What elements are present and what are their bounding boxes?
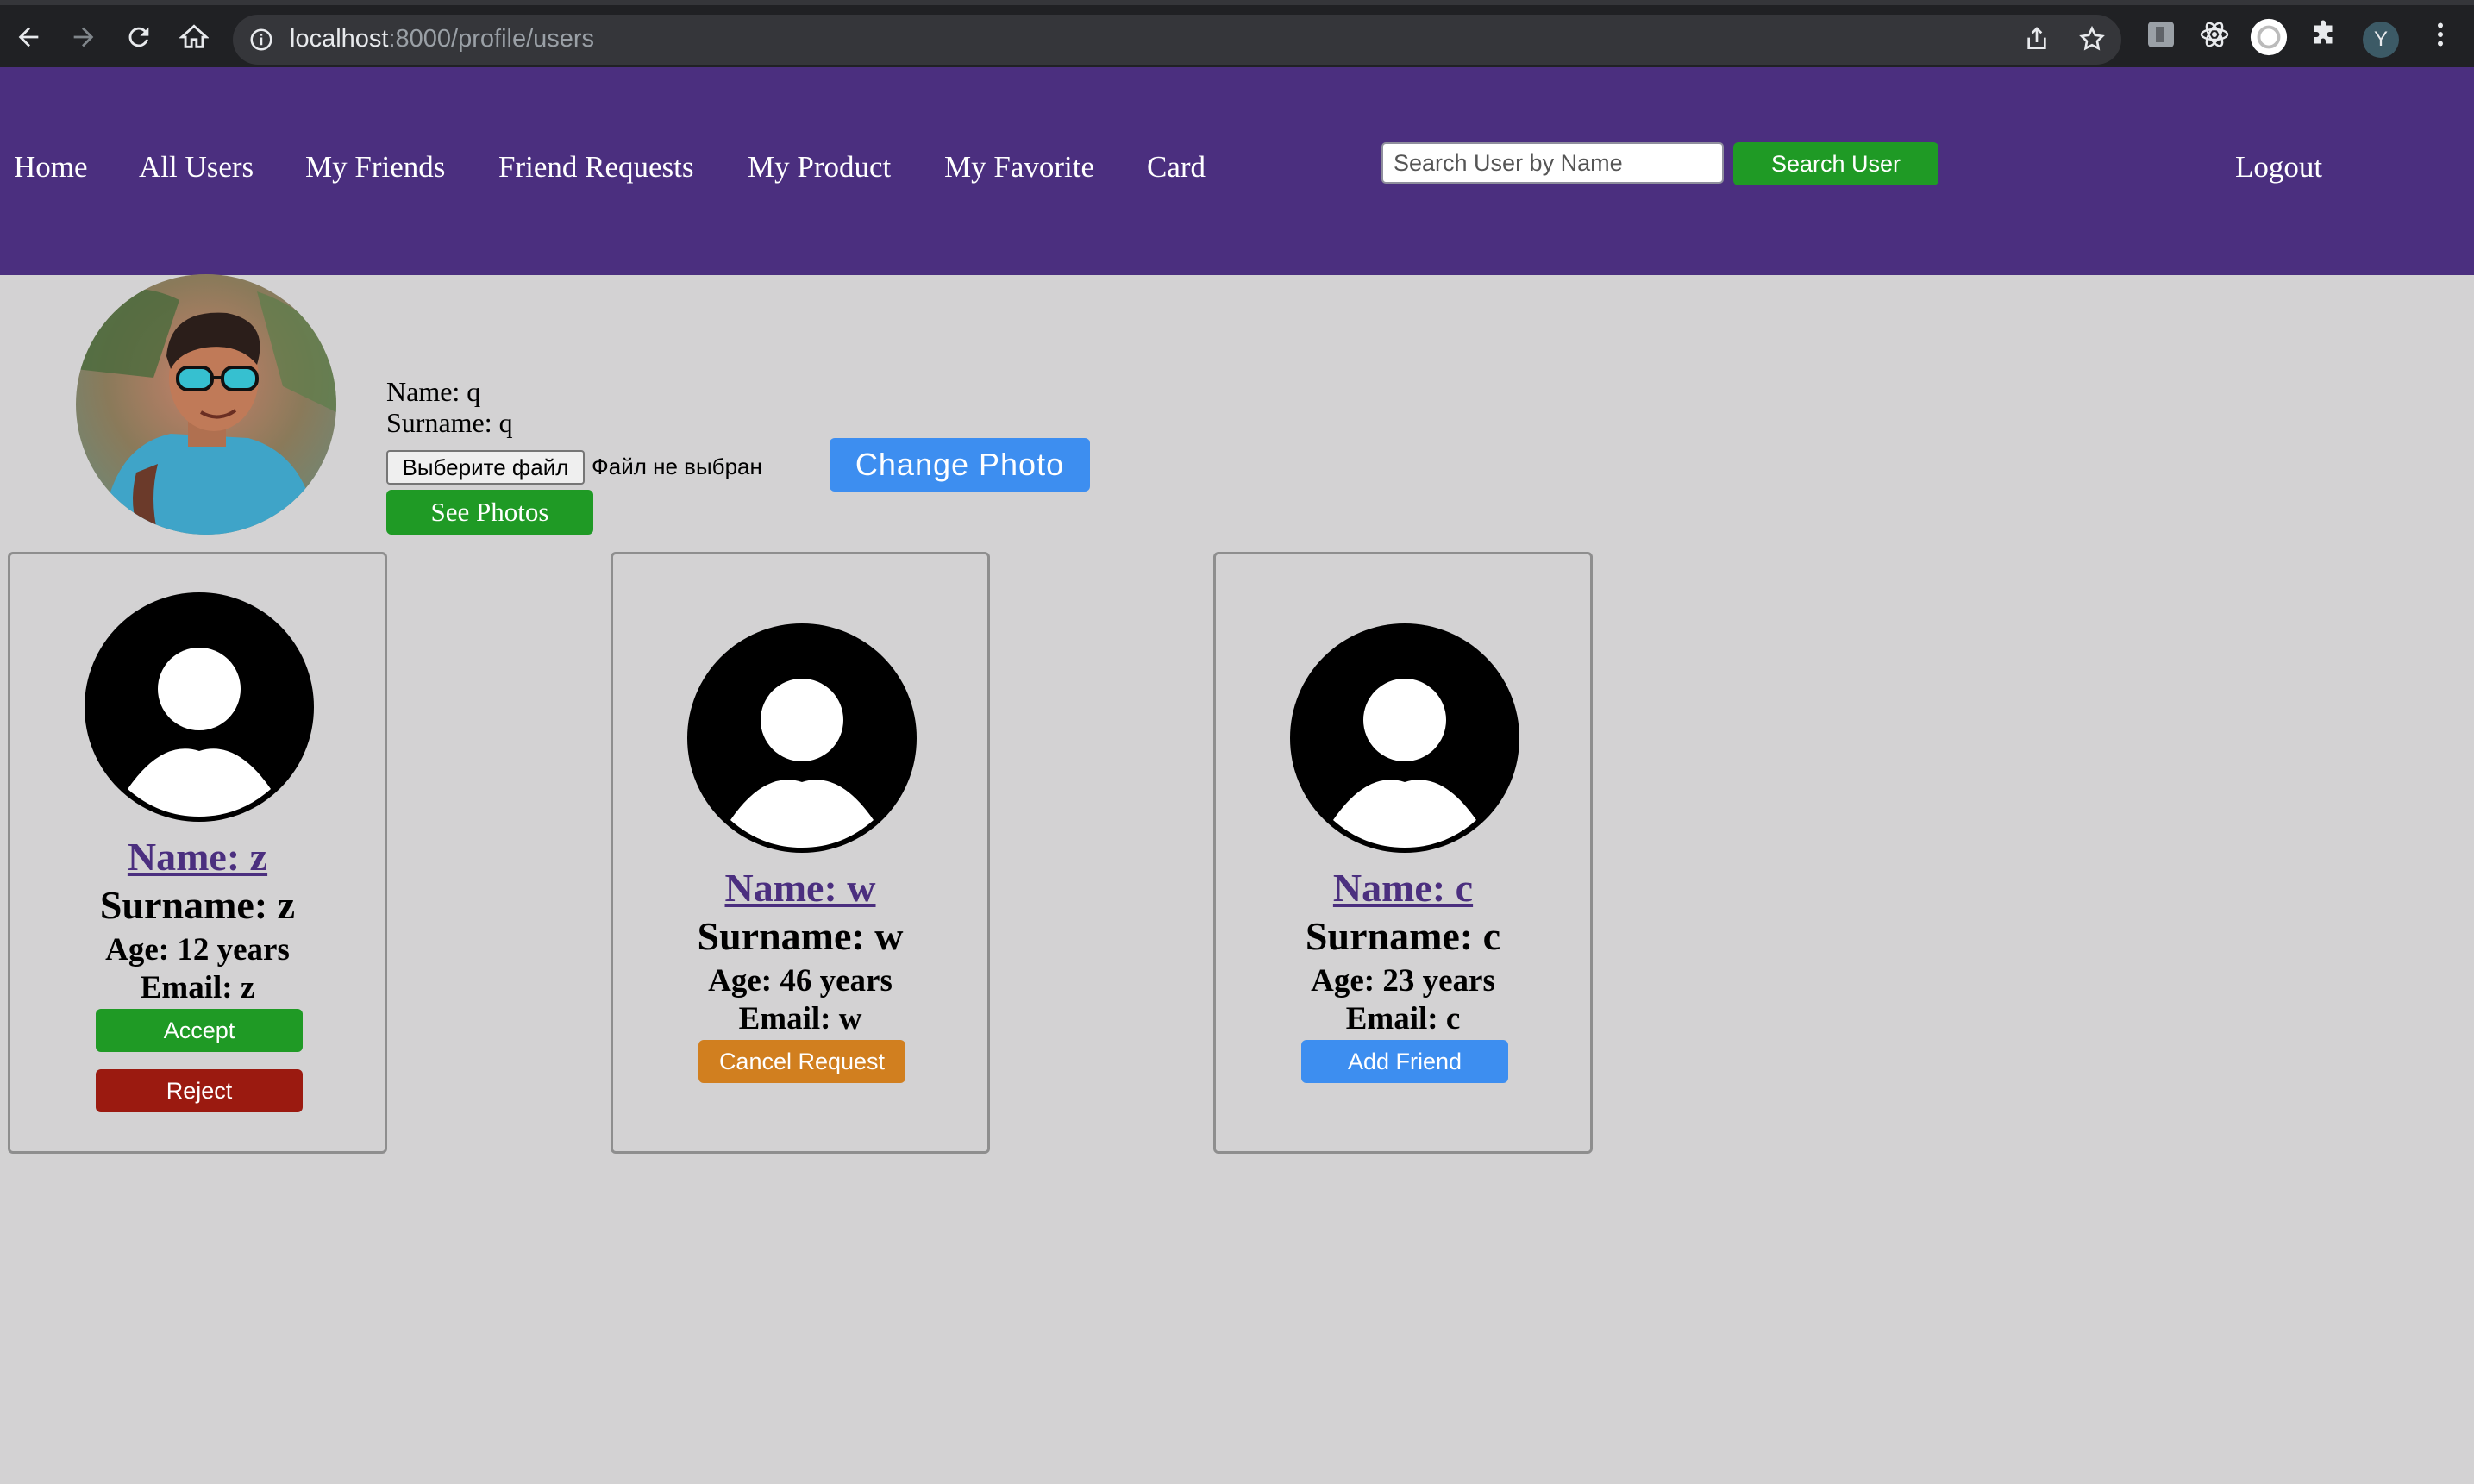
nav-all-users[interactable]: All Users (139, 150, 254, 185)
back-button[interactable] (9, 17, 48, 57)
nav-card[interactable]: Card (1147, 150, 1206, 185)
profile-name: Name: q (386, 376, 481, 407)
react-devtools-icon[interactable] (2199, 19, 2230, 50)
extension-circle-icon[interactable] (2249, 17, 2289, 57)
home-icon (179, 24, 209, 48)
back-icon (18, 27, 39, 47)
profile-avatar-photo (76, 274, 336, 535)
user-surname: Surname: z (99, 883, 296, 927)
user-avatar-icon[interactable]: Y (2363, 22, 2399, 58)
star-icon[interactable] (2078, 25, 2106, 53)
reload-icon (128, 27, 149, 47)
extension-icon[interactable] (2145, 19, 2176, 50)
reload-button[interactable] (119, 17, 159, 57)
search-input[interactable] (1381, 142, 1724, 184)
user-card: Name: c Surname: c Age: 23 years Email: … (1213, 552, 1593, 1154)
user-avatar-placeholder-icon (687, 623, 917, 853)
see-photos-button[interactable]: See Photos (386, 490, 593, 535)
home-button[interactable] (174, 17, 214, 57)
info-icon[interactable] (248, 27, 274, 53)
accept-button[interactable]: Accept (96, 1009, 303, 1052)
change-photo-button[interactable]: Change Photo (830, 438, 1090, 492)
address-bar[interactable]: localhost:8000/profile/users (233, 15, 2121, 65)
search-user-button[interactable]: Search User (1733, 142, 1938, 185)
nav-home[interactable]: Home (14, 150, 88, 185)
forward-icon (73, 27, 94, 47)
user-surname: Surname: w (697, 914, 904, 958)
cancel-request-button[interactable]: Cancel Request (698, 1040, 905, 1083)
profile-surname: Surname: q (386, 407, 513, 438)
menu-icon[interactable] (2425, 19, 2456, 50)
nav-friend-requests[interactable]: Friend Requests (498, 150, 694, 185)
url-host: localhost (290, 25, 389, 53)
logout-link[interactable]: Logout (2235, 150, 2322, 185)
user-avatar-placeholder-icon (85, 592, 314, 822)
nav-my-favorite[interactable]: My Favorite (944, 150, 1094, 185)
user-surname: Surname: c (1305, 914, 1501, 958)
url-text: localhost:8000/profile/users (290, 25, 594, 53)
user-card: Name: w Surname: w Age: 46 years Email: … (611, 552, 990, 1154)
add-friend-button[interactable]: Add Friend (1301, 1040, 1508, 1083)
reject-button[interactable]: Reject (96, 1069, 303, 1112)
user-card: Name: z Surname: z Age: 12 years Email: … (8, 552, 387, 1154)
site-navbar: Home All Users My Friends Friend Request… (0, 67, 2474, 275)
browser-toolbar: localhost:8000/profile/users Y (0, 0, 2474, 67)
choose-file-button[interactable]: Выберите файл (386, 450, 585, 485)
url-path: :8000/profile/users (388, 25, 595, 53)
user-email: Email: c (1345, 1001, 1461, 1036)
forward-button[interactable] (64, 17, 103, 57)
puzzle-icon[interactable] (2308, 19, 2339, 50)
user-email: Email: w (738, 1001, 862, 1036)
user-age: Age: 12 years (105, 932, 290, 967)
user-name-link[interactable]: Name: c (1216, 865, 1590, 911)
user-name-link[interactable]: Name: w (613, 865, 987, 911)
user-age: Age: 46 years (708, 963, 893, 999)
share-icon[interactable] (2023, 25, 2051, 53)
nav-my-friends[interactable]: My Friends (305, 150, 445, 185)
user-name-link[interactable]: Name: z (10, 834, 385, 880)
nav-my-product[interactable]: My Product (748, 150, 891, 185)
profile-photo-image (76, 274, 336, 535)
file-status: Файл не выбран (592, 454, 762, 479)
user-email: Email: z (140, 970, 255, 1005)
user-age: Age: 23 years (1311, 963, 1495, 999)
user-avatar-placeholder-icon (1290, 623, 1519, 853)
